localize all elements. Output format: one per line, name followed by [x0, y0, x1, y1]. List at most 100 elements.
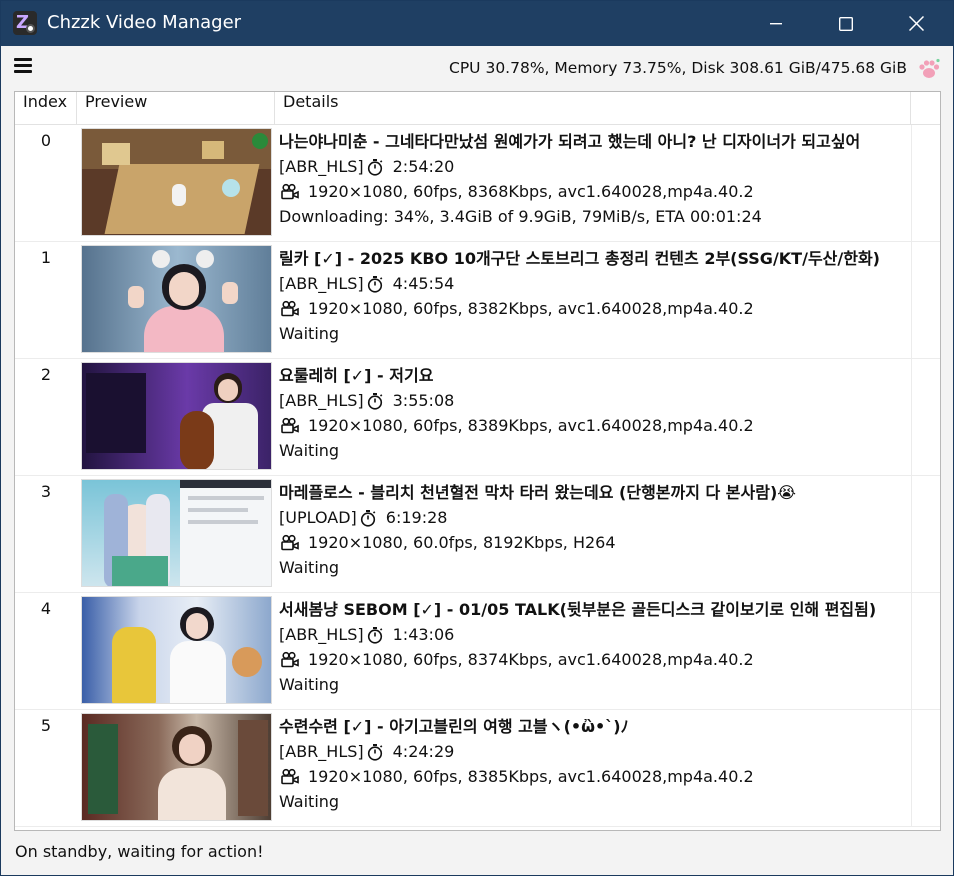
status-text: Waiting: [279, 675, 340, 694]
video-title: 릴카 [✓] - 2025 KBO 10개구단 스토브리그 총정리 컨텐츠 2부…: [279, 249, 880, 268]
minimize-icon: [770, 22, 782, 24]
source-type: [ABR_HLS]: [279, 391, 364, 410]
duration: 6:19:28: [385, 508, 448, 527]
column-header-preview[interactable]: Preview: [77, 92, 275, 125]
table-row[interactable]: 5 수련수련 [✓] - 아기고블린의 여행 고블ヽ(•ὢ•`)ﾉ [ABR_H…: [15, 710, 940, 827]
row-details: 나는야나미춘 - 그네타다만났섬 원예가가 되려고 했는데 아니? 난 디자이너…: [279, 129, 909, 229]
row-details: 서새봄냥 SEBOM [✓] - 01/05 TALK(뒷부분은 골든디스크 같…: [279, 597, 909, 697]
column-divider: [911, 242, 912, 359]
video-thumbnail: [81, 479, 272, 587]
column-header-details[interactable]: Details: [275, 92, 911, 125]
duration: 1:43:06: [392, 625, 455, 644]
source-line: [ABR_HLS] 4:24:29: [279, 739, 909, 764]
row-details: 마레플로스 - 블리치 천년혈전 막차 타러 왔는데요 (단행본까지 다 본사람…: [279, 480, 909, 580]
video-specs: 1920×1080, 60.0fps, 8192Kbps, H264: [308, 533, 616, 552]
status-text: Waiting: [279, 441, 340, 460]
status-text: Waiting: [279, 324, 340, 343]
maximize-icon: [839, 16, 853, 31]
video-title: 나는야나미춘 - 그네타다만났섬 원예가가 되려고 했는데 아니? 난 디자이너…: [279, 132, 861, 151]
stopwatch-icon: [367, 275, 382, 293]
row-index: 0: [40, 131, 52, 150]
hamburger-menu-icon[interactable]: [14, 58, 32, 74]
chzzk-logo-icon: Z: [13, 11, 37, 35]
source-type: [ABR_HLS]: [279, 625, 364, 644]
video-specs: 1920×1080, 60fps, 8389Kbps, avc1.640028,…: [308, 416, 754, 435]
source-type: [UPLOAD]: [279, 508, 357, 527]
paw-icon[interactable]: [917, 58, 941, 80]
source-line: [ABR_HLS] 2:54:20: [279, 154, 909, 179]
video-thumbnail: [81, 128, 272, 236]
specs-line: 1920×1080, 60.0fps, 8192Kbps, H264: [279, 530, 909, 555]
duration: 4:45:54: [392, 274, 455, 293]
source-line: [ABR_HLS] 3:55:08: [279, 388, 909, 413]
table-row[interactable]: 3 마레플로스 - 블리치 천년혈전 막차 타러 왔는데요 (단행본까지 다 본…: [15, 476, 940, 593]
stopwatch-icon: [360, 509, 376, 527]
table-row[interactable]: 4 서새봄냥 SEBOM [✓] - 01/05 TALK(뒷부분은 골든디스크…: [15, 593, 940, 710]
duration: 2:54:20: [392, 157, 455, 176]
video-table[interactable]: Index Preview Details 0 나는야나미춘 - 그네타다만났섬: [14, 91, 941, 831]
source-line: [UPLOAD] 6:19:28: [279, 505, 909, 530]
minimize-button[interactable]: [741, 1, 811, 46]
column-divider: [911, 359, 912, 476]
specs-line: 1920×1080, 60fps, 8374Kbps, avc1.640028,…: [279, 647, 909, 672]
video-title: 서새봄냥 SEBOM [✓] - 01/05 TALK(뒷부분은 골든디스크 같…: [279, 600, 877, 619]
row-details: 요룰레히 [✓] - 저기요 [ABR_HLS] 3:55:08 1920×10…: [279, 363, 909, 463]
video-thumbnail: [81, 596, 272, 704]
video-title: 요룰레히 [✓] - 저기요: [279, 366, 434, 385]
maximize-button[interactable]: [811, 1, 881, 46]
specs-line: 1920×1080, 60fps, 8385Kbps, avc1.640028,…: [279, 764, 909, 789]
video-specs: 1920×1080, 60fps, 8382Kbps, avc1.640028,…: [308, 299, 754, 318]
video-thumbnail: [81, 362, 272, 470]
window-title: Chzzk Video Manager: [47, 12, 242, 33]
table-row[interactable]: 2 요룰레히 [✓] - 저기요 [ABR_HLS] 3:55:08 1920×…: [15, 359, 940, 476]
source-type: [ABR_HLS]: [279, 157, 364, 176]
status-text: Downloading: 34%, 3.4GiB of 9.9GiB, 79Mi…: [279, 207, 762, 226]
table-row[interactable]: 1 릴카 [✓] - 2025 KBO 10개구단 스토브리그 총정리 컨텐츠 …: [15, 242, 940, 359]
specs-line: 1920×1080, 60fps, 8389Kbps, avc1.640028,…: [279, 413, 909, 438]
stopwatch-icon: [367, 392, 382, 410]
column-divider: [911, 710, 912, 827]
specs-line: 1920×1080, 60fps, 8382Kbps, avc1.640028,…: [279, 296, 909, 321]
table-body: 0 나는야나미춘 - 그네타다만났섬 원예가가 되려고 했는데 아니? 난 디자…: [15, 125, 940, 827]
video-camera-icon: [281, 651, 299, 667]
specs-line: 1920×1080, 60fps, 8368Kbps, avc1.640028,…: [279, 179, 909, 204]
column-header-index[interactable]: Index: [15, 92, 77, 125]
row-index: 5: [40, 716, 52, 735]
row-details: 수련수련 [✓] - 아기고블린의 여행 고블ヽ(•ὢ•`)ﾉ [ABR_HLS…: [279, 714, 909, 814]
video-thumbnail: [81, 713, 272, 821]
stopwatch-icon: [367, 626, 382, 644]
video-camera-icon: [281, 300, 299, 316]
row-details: 릴카 [✓] - 2025 KBO 10개구단 스토브리그 총정리 컨텐츠 2부…: [279, 246, 909, 346]
close-icon: [908, 16, 924, 31]
source-line: [ABR_HLS] 4:45:54: [279, 271, 909, 296]
video-specs: 1920×1080, 60fps, 8368Kbps, avc1.640028,…: [308, 182, 754, 201]
stopwatch-icon: [367, 743, 382, 761]
source-type: [ABR_HLS]: [279, 274, 364, 293]
column-divider: [911, 593, 912, 710]
close-button[interactable]: [881, 1, 951, 46]
row-index: 3: [40, 482, 52, 501]
video-camera-icon: [281, 768, 299, 784]
app-window: Z Chzzk Video Manager CPU 30.78%, Memory…: [0, 0, 954, 876]
duration: 4:24:29: [392, 742, 455, 761]
row-index: 2: [40, 365, 52, 384]
status-text: Waiting: [279, 792, 340, 811]
source-type: [ABR_HLS]: [279, 742, 364, 761]
column-divider: [911, 476, 912, 593]
video-camera-icon: [281, 183, 299, 199]
video-specs: 1920×1080, 60fps, 8374Kbps, avc1.640028,…: [308, 650, 754, 669]
video-camera-icon: [281, 534, 299, 550]
video-camera-icon: [281, 417, 299, 433]
row-index: 1: [40, 248, 52, 267]
column-divider: [911, 125, 912, 242]
title-bar[interactable]: Z Chzzk Video Manager: [1, 1, 953, 46]
video-title: 수련수련 [✓] - 아기고블린의 여행 고블ヽ(•ὢ•`)ﾉ: [279, 717, 629, 736]
row-index: 4: [40, 599, 52, 618]
table-row[interactable]: 0 나는야나미춘 - 그네타다만났섬 원예가가 되려고 했는데 아니? 난 디자…: [15, 125, 940, 242]
video-thumbnail: [81, 245, 272, 353]
status-text: Waiting: [279, 558, 340, 577]
table-header: Index Preview Details: [15, 92, 940, 125]
video-title: 마레플로스 - 블리치 천년혈전 막차 타러 왔는데요 (단행본까지 다 본사람…: [279, 483, 796, 502]
toolbar: CPU 30.78%, Memory 73.75%, Disk 308.61 G…: [1, 46, 953, 91]
video-specs: 1920×1080, 60fps, 8385Kbps, avc1.640028,…: [308, 767, 754, 786]
